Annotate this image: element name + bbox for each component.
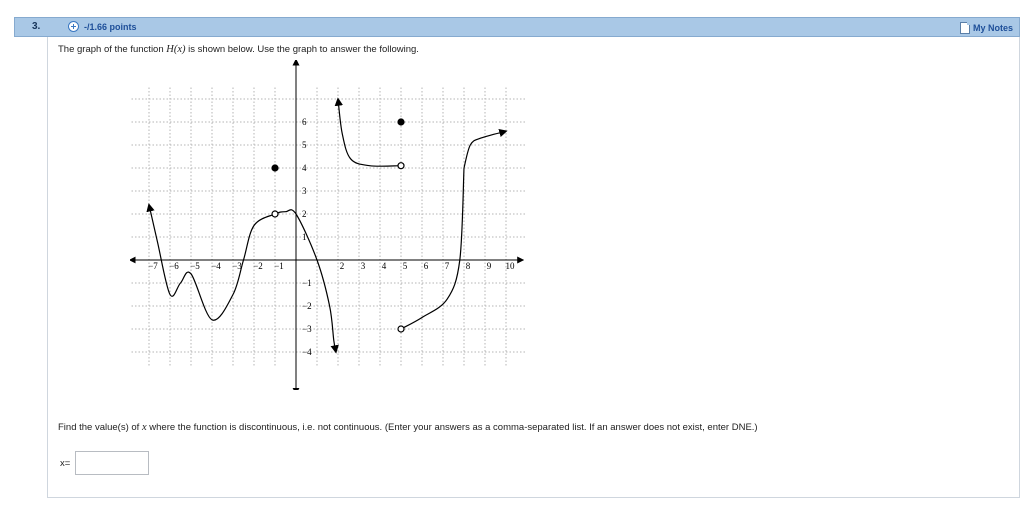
question-header: 3. -/1.66 points My Notes	[14, 17, 1020, 37]
x-tick-label: −4	[211, 261, 221, 271]
my-notes-button[interactable]: My Notes	[959, 21, 1013, 34]
x-tick-label: −7	[148, 261, 158, 271]
open-point	[397, 162, 405, 170]
open-point	[397, 325, 405, 333]
question-prompt: The graph of the function H(x) is shown …	[58, 44, 419, 55]
x-tick-label: −5	[190, 261, 200, 271]
curve-piece-3	[400, 167, 465, 330]
x-tick-label: 8	[466, 261, 471, 271]
filled-point	[397, 118, 405, 126]
x-tick-label: −2	[253, 261, 263, 271]
expand-plus-icon[interactable]	[68, 21, 79, 32]
y-tick-label: 5	[302, 140, 307, 150]
notes-icon	[959, 21, 970, 34]
y-tick-label: 2	[302, 209, 307, 219]
x-tick-label: 5	[403, 261, 408, 271]
question-number: 3.	[32, 21, 41, 32]
answer-label: x=	[60, 458, 71, 469]
x-tick-label: −1	[274, 261, 284, 271]
my-notes-label: My Notes	[972, 22, 1013, 33]
x-tick-label: 4	[382, 261, 387, 271]
function-graph: −7 −6 −5 −4 −3 −2 −1 2 3 4 5 6 7 8 9 10654321−1−2−3−4	[130, 60, 527, 390]
x-tick-label: 7	[445, 261, 450, 271]
x-tick-label: 6	[424, 261, 429, 271]
y-tick-label: −3	[302, 324, 312, 334]
answer-input[interactable]	[75, 451, 149, 475]
open-point	[271, 210, 279, 218]
y-tick-label: 4	[302, 163, 307, 173]
x-tick-label: 2	[340, 261, 345, 271]
x-tick-label: 9	[487, 261, 492, 271]
curve-piece-2	[334, 97, 402, 167]
find-instructions: Find the value(s) of x where the functio…	[58, 422, 758, 433]
x-tick-label: −6	[169, 261, 179, 271]
x-tick-label: 3	[361, 261, 366, 271]
function-name: H(x)	[166, 44, 186, 55]
y-tick-label: 3	[302, 186, 307, 196]
y-tick-label: −4	[302, 347, 312, 357]
filled-point	[271, 164, 279, 172]
y-tick-label: 6	[302, 117, 307, 127]
x-tick-label: 10	[506, 261, 516, 271]
y-tick-label: −1	[302, 278, 312, 288]
points-label: -/1.66 points	[84, 22, 137, 32]
y-tick-label: −2	[302, 301, 312, 311]
